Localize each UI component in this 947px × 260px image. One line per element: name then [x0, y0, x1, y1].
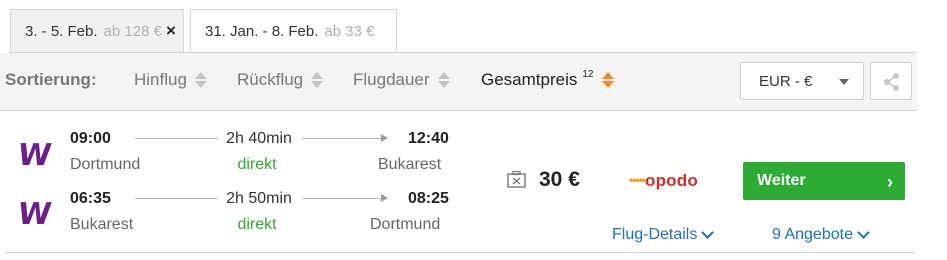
sort-arrows-icon [194, 71, 207, 89]
offers-link[interactable]: 9 Angebote [772, 225, 870, 244]
sort-option-label: Gesamtpreis [481, 70, 578, 89]
chevron-right-icon: › [887, 172, 893, 192]
continue-button[interactable]: Weiter › [743, 162, 905, 200]
airline-logo: W [15, 197, 54, 232]
stops-label: direkt [237, 216, 277, 233]
flight-duration: 2h 50min [226, 190, 292, 207]
tab-price: ab 128 € [103, 22, 162, 40]
tab-price: ab 33 € [324, 23, 375, 40]
close-icon[interactable]: × [166, 21, 176, 41]
arrive-time: 12:40 [408, 130, 449, 147]
arrow-right-icon [381, 134, 388, 142]
tab-date-option-2[interactable]: 31. Jan. - 8. Feb. ab 33 € [190, 9, 397, 53]
route-line [135, 198, 218, 199]
sort-option-flugdauer[interactable]: Flugdauer [353, 70, 450, 90]
offers-label: 9 Angebote [772, 226, 853, 243]
sort-arrows-icon [601, 71, 614, 89]
sort-option-hinflug[interactable]: Hinflug [134, 70, 207, 90]
sort-option-label: Hinflug [134, 70, 187, 89]
route-line [302, 138, 382, 139]
continue-label: Weiter [757, 172, 806, 189]
route-line [302, 198, 382, 199]
stops-label: direkt [237, 156, 277, 173]
route-line [135, 138, 218, 139]
sort-arrows-icon [311, 71, 324, 89]
chevron-down-icon [857, 225, 870, 239]
share-icon [884, 73, 899, 91]
arrive-city: Dortmund [370, 216, 441, 233]
currency-select[interactable]: EUR - € [740, 62, 864, 100]
flight-details-label: Flug-Details [612, 226, 698, 243]
arrive-time: 08:25 [408, 190, 449, 207]
flight-details-link[interactable]: Flug-Details [612, 225, 715, 244]
depart-city: Bukarest [70, 216, 134, 233]
tab-dates: 3. - 5. Feb. [25, 22, 98, 40]
date-tabs: 3. - 5. Feb. ab 128 € × 31. Jan. - 8. Fe… [0, 0, 947, 53]
row-divider [5, 252, 915, 253]
sort-option-label: Rückflug [237, 70, 304, 89]
share-button[interactable] [870, 62, 912, 100]
arrow-right-icon [381, 194, 388, 202]
currency-value: EUR - € [759, 72, 813, 90]
sort-arrows-icon [437, 71, 450, 89]
arrive-city: Bukarest [378, 156, 442, 173]
sort-superscript: 12 [582, 68, 594, 80]
provider-name: opodo [645, 171, 698, 190]
provider-logo-dots: ••••• [629, 173, 646, 187]
provider-logo: •••••opodo [629, 171, 698, 191]
caret-down-icon [839, 79, 849, 85]
depart-time: 06:35 [70, 190, 111, 207]
sort-option-rueckflug[interactable]: Rückflug [237, 70, 324, 90]
depart-time: 09:00 [70, 130, 111, 147]
sort-option-gesamtpreis[interactable]: Gesamtpreis 12 [481, 68, 614, 90]
chevron-down-icon [701, 225, 715, 239]
tab-dates: 31. Jan. - 8. Feb. [205, 23, 319, 40]
tab-date-option-1[interactable]: 3. - 5. Feb. ab 128 € × [10, 9, 184, 52]
airline-logo: W [15, 138, 54, 173]
flight-duration: 2h 40min [226, 130, 292, 147]
baggage-icon [507, 171, 526, 188]
total-price: 30 € [539, 168, 580, 191]
sort-label: Sortierung: [5, 70, 97, 89]
sort-option-label: Flugdauer [353, 70, 430, 89]
depart-city: Dortmund [70, 156, 141, 173]
